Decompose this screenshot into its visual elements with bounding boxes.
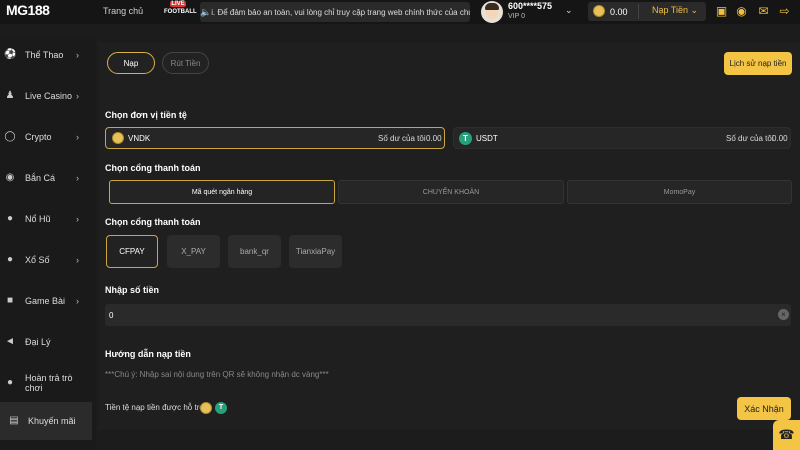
currency-option-vndk[interactable]: VNDK Số dư của tôi 0.00 <box>105 127 445 149</box>
sidebar-item-fishing[interactable]: ◉ Bắn Cá › <box>0 159 92 197</box>
megaphone-icon: ◄ <box>5 336 15 347</box>
guide-note: ***Chú ý: Nhập sai nội dung trên QR sẽ k… <box>105 370 329 379</box>
exit-icon[interactable]: ⇨ <box>777 4 792 19</box>
tether-icon: T <box>459 132 472 145</box>
confirm-button[interactable]: Xác Nhận <box>737 397 791 420</box>
sidebar-item-label: Đại Lý <box>25 337 51 347</box>
sidebar-item-card-games[interactable]: ■ Game Bài › <box>0 282 92 320</box>
chevron-right-icon: › <box>76 214 79 224</box>
tether-icon: T <box>215 402 227 414</box>
wallet-icon[interactable]: ▣ <box>714 4 729 19</box>
gift-icon: ▤ <box>9 415 19 426</box>
balance-value: 0.00 <box>772 134 788 143</box>
top-bar: MG188 Trang chủ LIVE FOOTBALL 🔈 i. Để đả… <box>0 0 800 24</box>
speaker-icon: 🔈 <box>200 6 212 17</box>
fish-icon: ◉ <box>5 172 15 183</box>
supported-currency-label: Tiền tệ nạp tiền được hỗ trợ <box>105 403 205 412</box>
currency-name: USDT <box>476 134 498 143</box>
sidebar-item-label: Khuyến mãi <box>28 416 76 426</box>
currency-name: VNDK <box>128 134 151 143</box>
balance-amount: 0.00 <box>610 7 628 17</box>
mail-icon[interactable]: ✉ <box>756 4 771 19</box>
crypto-icon: ◯ <box>4 131 16 142</box>
dealer-icon: ♟ <box>5 90 15 101</box>
soccer-ball-icon: ⚽ <box>4 49 17 60</box>
chevron-down-icon[interactable]: ⌄ <box>565 5 573 16</box>
amount-input[interactable] <box>109 307 769 323</box>
nav-home-link[interactable]: Trang chủ <box>103 6 143 16</box>
sidebar-item-slots[interactable]: ● Nổ Hũ › <box>0 200 92 238</box>
balance-label: Số dư của tôi <box>378 134 426 143</box>
sidebar-item-crypto[interactable]: ◯ Crypto › <box>0 118 92 156</box>
sidebar-item-sports[interactable]: ⚽ Thể Thao › <box>0 36 92 74</box>
chevron-right-icon: › <box>76 255 79 265</box>
chevron-right-icon: › <box>76 132 79 142</box>
amount-field: × <box>105 304 791 326</box>
lottery-icon: ● <box>6 254 14 265</box>
sidebar-item-label: Xổ Số <box>25 255 50 265</box>
gateway-option-bank-qr[interactable]: Mã quét ngân hàng <box>109 180 335 204</box>
sidebar-item-refund[interactable]: ● Hoàn trả trò chơi <box>0 364 92 402</box>
chevron-right-icon: › <box>76 50 79 60</box>
tab-withdraw[interactable]: Rút Tiền <box>162 52 209 74</box>
support-agent-icon[interactable]: ◉ <box>734 4 749 19</box>
balance-value: 0.00 <box>426 134 442 143</box>
chevron-down-icon: ⌄ <box>690 5 699 15</box>
sidebar-item-promotions[interactable]: ▤ Khuyến mãi <box>0 402 92 440</box>
avatar-hair <box>485 3 499 10</box>
gateway-option-transfer[interactable]: CHUYỂN KHOẢN <box>338 180 564 204</box>
sidebar-item-live-casino[interactable]: ♟ Live Casino › <box>0 77 92 115</box>
live-football-logo[interactable]: LIVE FOOTBALL <box>164 1 197 21</box>
deposit-dropdown[interactable]: Nạp Tiền ⌄ <box>652 5 698 16</box>
live-badge: LIVE <box>170 1 186 7</box>
amount-section-title: Nhập số tiền <box>105 285 160 295</box>
balance-label: Số dư của tôi <box>726 134 774 143</box>
gateway-section-title: Chọn cổng thanh toán <box>105 163 201 173</box>
tab-deposit[interactable]: Nạp <box>107 52 155 74</box>
provider-option-bank-qr[interactable]: bank_qr <box>228 235 281 268</box>
deposit-history-button[interactable]: Lịch sử nạp tiền <box>724 52 792 75</box>
cards-icon: ■ <box>6 295 14 306</box>
clear-icon[interactable]: × <box>778 309 789 320</box>
guide-section-title: Hướng dẫn nạp tiền <box>105 349 191 359</box>
sidebar-item-agent[interactable]: ◄ Đại Lý <box>0 323 92 361</box>
coin-icon <box>593 5 605 17</box>
slot-icon: ● <box>6 213 14 224</box>
provider-option-cfpay[interactable]: CFPAY <box>106 235 158 268</box>
avatar[interactable] <box>481 1 503 23</box>
sidebar-item-label: Game Bài <box>25 296 66 306</box>
sidebar-item-label: Crypto <box>25 132 52 142</box>
provider-section-title: Chọn cổng thanh toán <box>105 217 201 227</box>
provider-option-xpay[interactable]: X_PAY <box>167 235 220 268</box>
chevron-right-icon: › <box>76 173 79 183</box>
sidebar-item-label: Hoàn trả trò chơi <box>25 373 73 393</box>
provider-option-tianxiapay[interactable]: TianxiaPay <box>289 235 342 268</box>
vip-level: VIP 0 <box>508 13 525 20</box>
coin-icon <box>200 402 212 414</box>
sidebar-item-label: Nổ Hũ <box>25 214 51 224</box>
sidebar-item-label: Bắn Cá <box>25 173 56 183</box>
user-id: 600****575 <box>508 1 553 11</box>
chevron-right-icon: › <box>76 91 79 101</box>
chevron-right-icon: › <box>76 296 79 306</box>
sidebar-item-lottery[interactable]: ● Xổ Số › <box>0 241 92 279</box>
site-logo[interactable]: MG188 <box>6 2 50 18</box>
divider <box>638 4 639 19</box>
football-label: FOOTBALL <box>164 9 197 15</box>
currency-section-title: Chọn đơn vị tiền tệ <box>105 110 187 120</box>
currency-option-usdt[interactable]: T USDT Số dư của tôi 0.00 <box>453 127 791 149</box>
sidebar-item-label: Live Casino <box>25 91 73 101</box>
refund-icon: ● <box>6 377 14 388</box>
gateway-option-momopay[interactable]: MomoPay <box>567 180 792 204</box>
announcement-marquee: 🔈 i. Để đảm bảo an toàn, vui lòng chỉ tr… <box>200 2 470 22</box>
deposit-dropdown-label: Nạp Tiền <box>652 5 689 15</box>
coin-icon <box>112 132 124 144</box>
announcement-text: i. Để đảm bảo an toàn, vui lòng chỉ truy… <box>211 7 470 17</box>
sidebar-item-label: Thể Thao <box>25 50 64 60</box>
live-support-icon[interactable]: ☎ <box>773 420 800 450</box>
